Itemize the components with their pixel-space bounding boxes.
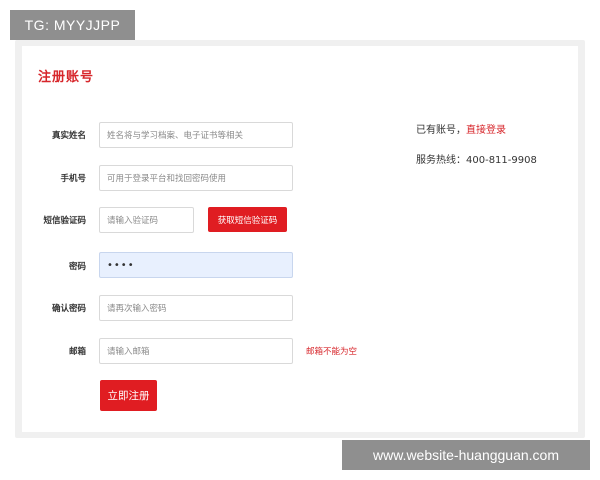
phone-input[interactable]: 可用于登录平台和找回密码使用: [99, 165, 293, 191]
hotline-number: 400-811-9908: [466, 155, 537, 166]
phone-placeholder: 可用于登录平台和找回密码使用: [107, 174, 227, 184]
login-link[interactable]: 直接登录: [466, 125, 506, 136]
email-input[interactable]: 请输入邮箱: [99, 338, 293, 364]
hotline-label: 服务热线：: [416, 155, 466, 166]
sms-code-input[interactable]: 请输入验证码: [99, 207, 194, 233]
email-placeholder: 请输入邮箱: [107, 347, 150, 357]
email-label: 邮箱: [68, 347, 86, 357]
login-prompt: 已有账号，直接登录: [416, 121, 506, 136]
service-hotline: 服务热线：400-811-9908: [416, 151, 537, 166]
password-label: 密码: [68, 262, 86, 272]
confirm-password-input[interactable]: 请再次输入密码: [99, 295, 293, 321]
password-input[interactable]: ••••: [99, 252, 293, 278]
watermark-top: TG: MYYJJPP: [10, 10, 135, 40]
sms-code-label: 短信验证码: [43, 216, 86, 226]
form-panel: [22, 46, 578, 432]
have-account-text: 已有账号，: [416, 125, 466, 136]
name-placeholder: 姓名将与学习档案、电子证书等相关: [107, 131, 244, 141]
confirm-password-label: 确认密码: [51, 304, 86, 314]
watermark-bottom: www.website-huangguan.com: [342, 440, 590, 470]
email-error-message: 邮箱不能为空: [306, 347, 358, 357]
name-input[interactable]: 姓名将与学习档案、电子证书等相关: [99, 122, 293, 148]
page-title: 注册账号: [38, 70, 95, 85]
password-value: ••••: [107, 259, 135, 271]
register-button[interactable]: 立即注册: [100, 380, 157, 411]
phone-label: 手机号: [60, 174, 86, 184]
name-label: 真实姓名: [51, 131, 86, 141]
confirm-password-placeholder: 请再次输入密码: [107, 304, 167, 314]
get-sms-code-button[interactable]: 获取短信验证码: [208, 207, 287, 232]
sms-code-placeholder: 请输入验证码: [107, 216, 159, 226]
